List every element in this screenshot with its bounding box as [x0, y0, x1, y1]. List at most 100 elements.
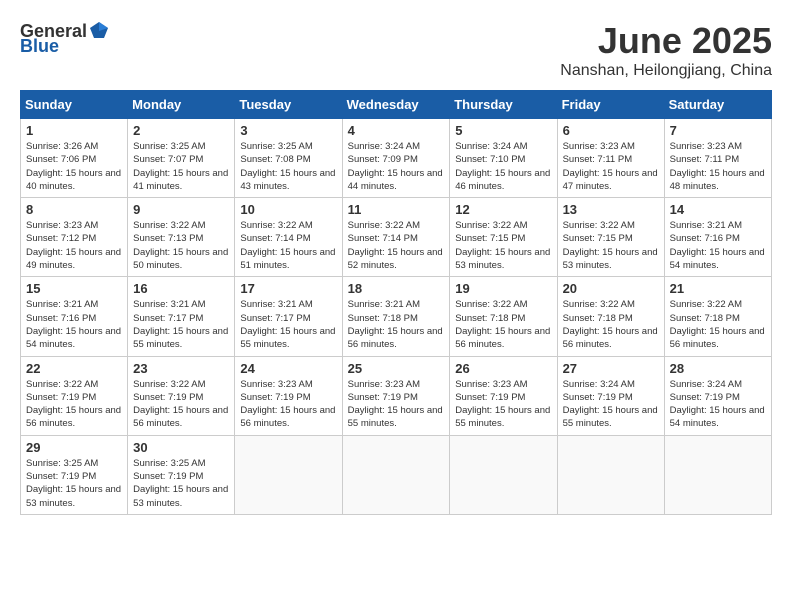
day-number: 13 — [563, 202, 659, 217]
day-info: Sunrise: 3:22 AM Sunset: 7:13 PM Dayligh… — [133, 219, 229, 272]
weekday-header-saturday: Saturday — [664, 91, 771, 119]
calendar-week-3: 15 Sunrise: 3:21 AM Sunset: 7:16 PM Dayl… — [21, 277, 772, 356]
calendar-cell: 26 Sunrise: 3:23 AM Sunset: 7:19 PM Dayl… — [450, 356, 557, 435]
calendar-cell: 11 Sunrise: 3:22 AM Sunset: 7:14 PM Dayl… — [342, 198, 450, 277]
day-number: 26 — [455, 361, 551, 376]
day-info: Sunrise: 3:25 AM Sunset: 7:19 PM Dayligh… — [26, 457, 122, 510]
day-info: Sunrise: 3:25 AM Sunset: 7:07 PM Dayligh… — [133, 140, 229, 193]
calendar-cell: 2 Sunrise: 3:25 AM Sunset: 7:07 PM Dayli… — [128, 119, 235, 198]
calendar-cell: 7 Sunrise: 3:23 AM Sunset: 7:11 PM Dayli… — [664, 119, 771, 198]
calendar-week-5: 29 Sunrise: 3:25 AM Sunset: 7:19 PM Dayl… — [21, 435, 772, 514]
day-number: 24 — [240, 361, 336, 376]
calendar-cell: 25 Sunrise: 3:23 AM Sunset: 7:19 PM Dayl… — [342, 356, 450, 435]
calendar-table: SundayMondayTuesdayWednesdayThursdayFrid… — [20, 90, 772, 515]
day-info: Sunrise: 3:23 AM Sunset: 7:12 PM Dayligh… — [26, 219, 122, 272]
day-info: Sunrise: 3:23 AM Sunset: 7:19 PM Dayligh… — [348, 378, 445, 431]
calendar-cell: 1 Sunrise: 3:26 AM Sunset: 7:06 PM Dayli… — [21, 119, 128, 198]
day-info: Sunrise: 3:25 AM Sunset: 7:19 PM Dayligh… — [133, 457, 229, 510]
day-info: Sunrise: 3:22 AM Sunset: 7:14 PM Dayligh… — [348, 219, 445, 272]
calendar-cell: 9 Sunrise: 3:22 AM Sunset: 7:13 PM Dayli… — [128, 198, 235, 277]
calendar-cell — [342, 435, 450, 514]
calendar-cell: 24 Sunrise: 3:23 AM Sunset: 7:19 PM Dayl… — [235, 356, 342, 435]
calendar-cell: 6 Sunrise: 3:23 AM Sunset: 7:11 PM Dayli… — [557, 119, 664, 198]
day-number: 20 — [563, 281, 659, 296]
day-info: Sunrise: 3:22 AM Sunset: 7:18 PM Dayligh… — [455, 298, 551, 351]
day-number: 18 — [348, 281, 445, 296]
day-info: Sunrise: 3:22 AM Sunset: 7:15 PM Dayligh… — [563, 219, 659, 272]
day-number: 7 — [670, 123, 766, 138]
day-number: 8 — [26, 202, 122, 217]
weekday-header-tuesday: Tuesday — [235, 91, 342, 119]
logo-flag-icon — [88, 20, 110, 42]
calendar-cell: 3 Sunrise: 3:25 AM Sunset: 7:08 PM Dayli… — [235, 119, 342, 198]
day-number: 25 — [348, 361, 445, 376]
day-number: 17 — [240, 281, 336, 296]
calendar-cell: 13 Sunrise: 3:22 AM Sunset: 7:15 PM Dayl… — [557, 198, 664, 277]
day-info: Sunrise: 3:21 AM Sunset: 7:18 PM Dayligh… — [348, 298, 445, 351]
day-number: 1 — [26, 123, 122, 138]
day-number: 3 — [240, 123, 336, 138]
day-number: 22 — [26, 361, 122, 376]
day-number: 29 — [26, 440, 122, 455]
day-info: Sunrise: 3:22 AM Sunset: 7:19 PM Dayligh… — [133, 378, 229, 431]
month-title: June 2025 — [560, 20, 772, 62]
calendar-cell — [235, 435, 342, 514]
day-number: 15 — [26, 281, 122, 296]
title-block: June 2025 Nanshan, Heilongjiang, China — [560, 20, 772, 80]
day-number: 12 — [455, 202, 551, 217]
weekday-header-sunday: Sunday — [21, 91, 128, 119]
calendar-week-2: 8 Sunrise: 3:23 AM Sunset: 7:12 PM Dayli… — [21, 198, 772, 277]
day-number: 19 — [455, 281, 551, 296]
calendar-cell — [557, 435, 664, 514]
day-info: Sunrise: 3:21 AM Sunset: 7:17 PM Dayligh… — [133, 298, 229, 351]
calendar-cell: 17 Sunrise: 3:21 AM Sunset: 7:17 PM Dayl… — [235, 277, 342, 356]
day-info: Sunrise: 3:23 AM Sunset: 7:19 PM Dayligh… — [455, 378, 551, 431]
calendar-cell: 14 Sunrise: 3:21 AM Sunset: 7:16 PM Dayl… — [664, 198, 771, 277]
calendar-cell: 10 Sunrise: 3:22 AM Sunset: 7:14 PM Dayl… — [235, 198, 342, 277]
day-info: Sunrise: 3:21 AM Sunset: 7:16 PM Dayligh… — [26, 298, 122, 351]
day-number: 6 — [563, 123, 659, 138]
location-title: Nanshan, Heilongjiang, China — [560, 62, 772, 80]
calendar-cell: 18 Sunrise: 3:21 AM Sunset: 7:18 PM Dayl… — [342, 277, 450, 356]
day-number: 28 — [670, 361, 766, 376]
day-number: 10 — [240, 202, 336, 217]
day-info: Sunrise: 3:22 AM Sunset: 7:18 PM Dayligh… — [670, 298, 766, 351]
calendar-cell: 4 Sunrise: 3:24 AM Sunset: 7:09 PM Dayli… — [342, 119, 450, 198]
calendar-cell: 5 Sunrise: 3:24 AM Sunset: 7:10 PM Dayli… — [450, 119, 557, 198]
calendar-cell: 12 Sunrise: 3:22 AM Sunset: 7:15 PM Dayl… — [450, 198, 557, 277]
calendar-week-4: 22 Sunrise: 3:22 AM Sunset: 7:19 PM Dayl… — [21, 356, 772, 435]
day-number: 4 — [348, 123, 445, 138]
calendar-cell: 20 Sunrise: 3:22 AM Sunset: 7:18 PM Dayl… — [557, 277, 664, 356]
day-info: Sunrise: 3:25 AM Sunset: 7:08 PM Dayligh… — [240, 140, 336, 193]
day-number: 30 — [133, 440, 229, 455]
calendar-cell: 23 Sunrise: 3:22 AM Sunset: 7:19 PM Dayl… — [128, 356, 235, 435]
day-info: Sunrise: 3:26 AM Sunset: 7:06 PM Dayligh… — [26, 140, 122, 193]
day-number: 11 — [348, 202, 445, 217]
day-info: Sunrise: 3:23 AM Sunset: 7:11 PM Dayligh… — [563, 140, 659, 193]
calendar-cell: 22 Sunrise: 3:22 AM Sunset: 7:19 PM Dayl… — [21, 356, 128, 435]
day-number: 2 — [133, 123, 229, 138]
page-header: General Blue June 2025 Nanshan, Heilongj… — [20, 20, 772, 80]
day-info: Sunrise: 3:22 AM Sunset: 7:14 PM Dayligh… — [240, 219, 336, 272]
calendar-cell: 28 Sunrise: 3:24 AM Sunset: 7:19 PM Dayl… — [664, 356, 771, 435]
day-number: 5 — [455, 123, 551, 138]
day-info: Sunrise: 3:24 AM Sunset: 7:19 PM Dayligh… — [670, 378, 766, 431]
weekday-header-monday: Monday — [128, 91, 235, 119]
logo-blue-text: Blue — [20, 36, 59, 57]
calendar-cell: 19 Sunrise: 3:22 AM Sunset: 7:18 PM Dayl… — [450, 277, 557, 356]
calendar-cell: 15 Sunrise: 3:21 AM Sunset: 7:16 PM Dayl… — [21, 277, 128, 356]
calendar-cell: 27 Sunrise: 3:24 AM Sunset: 7:19 PM Dayl… — [557, 356, 664, 435]
logo: General Blue — [20, 20, 111, 57]
calendar-week-1: 1 Sunrise: 3:26 AM Sunset: 7:06 PM Dayli… — [21, 119, 772, 198]
calendar-cell — [664, 435, 771, 514]
day-number: 21 — [670, 281, 766, 296]
day-info: Sunrise: 3:22 AM Sunset: 7:15 PM Dayligh… — [455, 219, 551, 272]
calendar-cell: 8 Sunrise: 3:23 AM Sunset: 7:12 PM Dayli… — [21, 198, 128, 277]
day-number: 9 — [133, 202, 229, 217]
calendar-cell: 30 Sunrise: 3:25 AM Sunset: 7:19 PM Dayl… — [128, 435, 235, 514]
day-info: Sunrise: 3:24 AM Sunset: 7:09 PM Dayligh… — [348, 140, 445, 193]
calendar-cell: 21 Sunrise: 3:22 AM Sunset: 7:18 PM Dayl… — [664, 277, 771, 356]
day-info: Sunrise: 3:22 AM Sunset: 7:18 PM Dayligh… — [563, 298, 659, 351]
day-info: Sunrise: 3:23 AM Sunset: 7:11 PM Dayligh… — [670, 140, 766, 193]
day-info: Sunrise: 3:21 AM Sunset: 7:16 PM Dayligh… — [670, 219, 766, 272]
